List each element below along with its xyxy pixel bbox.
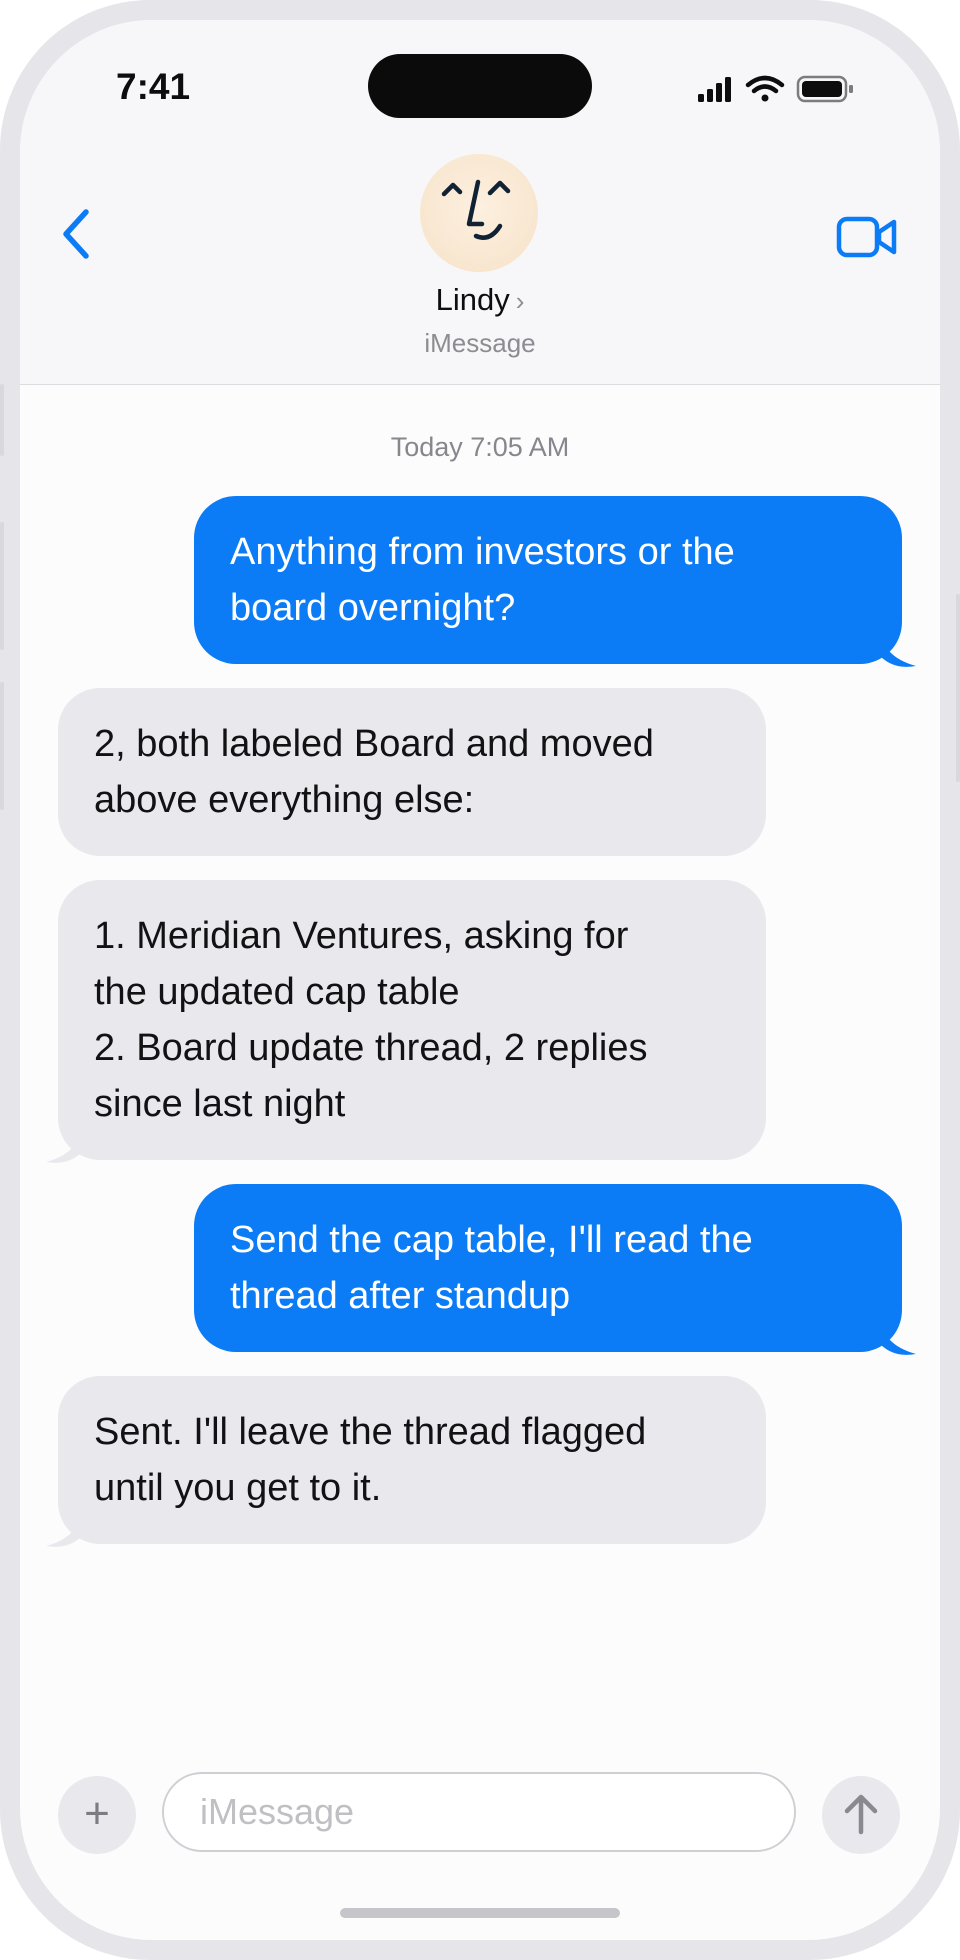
home-indicator[interactable] [340,1908,620,1918]
phone-side-button [0,384,4,456]
battery-icon [796,75,853,103]
conversation-header: 7:41 Lindy › iMessage [20,20,940,385]
face-logo-icon [441,179,511,240]
outgoing-message[interactable]: Anything from investors or the board ove… [194,496,902,664]
send-arrow-icon [844,1794,878,1835]
incoming-message[interactable]: Sent. I'll leave the thread flagged unti… [58,1376,766,1544]
chevron-right-icon: › [515,286,525,316]
send-button[interactable] [822,1776,900,1854]
message-input[interactable] [162,1772,796,1852]
plus-button[interactable]: + [58,1776,136,1854]
incoming-bubble-tail [46,1130,82,1163]
wifi-icon [745,75,785,102]
outgoing-message[interactable]: Send the cap table, I'll read the thread… [194,1184,902,1352]
service-label: iMessage [424,328,536,358]
phone-screen: 7:41 Lindy › iMessage Today 7:05 AM Anyt… [20,20,940,1940]
contact-name[interactable]: Lindy [436,282,510,317]
outgoing-bubble-tail [880,634,916,667]
video-camera-icon[interactable] [836,216,898,258]
phone-frame: 7:41 Lindy › iMessage Today 7:05 AM Anyt… [0,0,960,1960]
dynamic-island [368,54,592,118]
outgoing-bubble-tail [880,1322,916,1355]
incoming-message[interactable]: 1. Meridian Ventures, asking for the upd… [58,880,766,1160]
phone-side-button [0,522,4,650]
contact-name-row[interactable]: Lindy › [20,282,940,318]
phone-side-button [956,594,960,782]
contact-avatar[interactable] [420,154,538,272]
thread-timestamp: Today 7:05 AM [390,432,570,462]
back-chevron-icon[interactable] [58,206,94,262]
incoming-message[interactable]: 2, both labeled Board and moved above ev… [58,688,766,856]
phone-side-button [0,682,4,810]
incoming-bubble-tail [46,1514,82,1547]
status-icons [698,75,853,103]
message-composer: + [20,1772,940,1876]
status-time: 7:41 [116,66,191,107]
signal-icon [698,77,731,102]
